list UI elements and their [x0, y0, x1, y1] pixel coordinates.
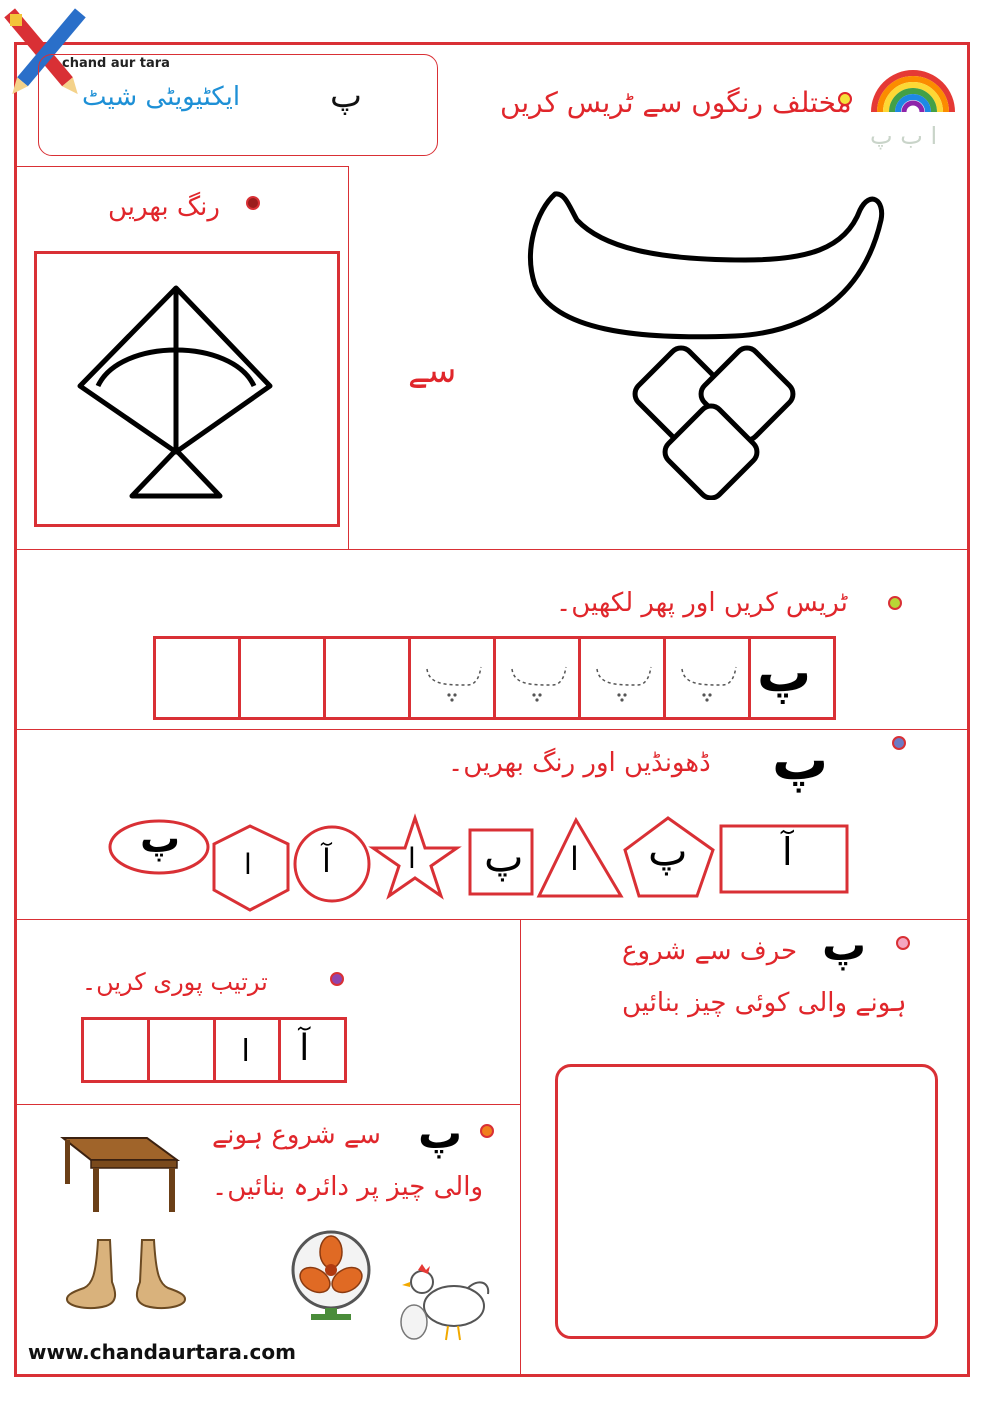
draw-line-2: ہونے والی کوئی چیز بنائیں — [622, 988, 907, 1018]
sequence-letter-2: ا — [241, 1034, 250, 1069]
trace-box-4[interactable] — [666, 639, 751, 717]
sheet-title: ایکٹیویٹی شیٹ — [82, 82, 241, 112]
model-letter: پ — [757, 641, 812, 704]
shape-letter-6: آ — [322, 842, 331, 880]
feet-icon[interactable] — [62, 1236, 192, 1316]
find-shapes — [108, 813, 849, 912]
find-instruction: ڈھونڈیں اور رنگ بھریں۔ — [448, 748, 711, 778]
bullet-lime — [888, 596, 902, 610]
shape-letter-3: ا — [570, 840, 579, 878]
write-box-3[interactable] — [326, 639, 411, 717]
footer-url[interactable]: www.chandaurtara.com — [28, 1340, 296, 1364]
circle-line-2: والی چیز پر دائرہ بنائیں۔ — [212, 1172, 484, 1202]
divider-kite-right — [348, 166, 349, 549]
divider-4 — [16, 1104, 520, 1105]
shape-letter-5: ا — [408, 842, 416, 875]
draw-line-1: حرف سے شروع — [622, 936, 798, 966]
drawing-area[interactable] — [555, 1064, 938, 1339]
header-letter: پ — [330, 76, 363, 116]
trace-write-instruction: ٹریس کریں اور پھر لکھیں۔ — [556, 588, 848, 618]
divider-1 — [16, 549, 968, 550]
model-letter-box: پ — [751, 639, 833, 717]
shape-triangle[interactable] — [536, 816, 624, 898]
color-instruction: رنگ بھریں — [108, 192, 220, 222]
find-letter: پ — [772, 728, 829, 793]
sequence-row: ا آ — [81, 1017, 347, 1083]
bullet-maroon — [246, 196, 260, 210]
shape-letter-1: آ — [782, 830, 793, 874]
shape-letter-4: پ — [484, 832, 524, 881]
bullet-blue — [892, 736, 906, 750]
divider-bottom-mid — [520, 919, 521, 1377]
fan-icon[interactable] — [285, 1228, 380, 1323]
trace-write-row: پ — [153, 636, 836, 720]
rainbow-icon — [871, 70, 955, 113]
shape-letter-8: پ — [140, 816, 181, 862]
se-word: سے — [408, 351, 457, 391]
table-icon[interactable] — [55, 1130, 185, 1220]
bullet-orange — [480, 1124, 494, 1138]
bullet-purple — [330, 972, 344, 986]
big-letter-outline — [528, 191, 885, 500]
shape-letter-2: پ — [648, 826, 688, 875]
trace-box-2[interactable] — [496, 639, 581, 717]
trace-box-1[interactable] — [411, 639, 496, 717]
sequence-box-2: ا — [216, 1020, 282, 1080]
trace-box-3[interactable] — [581, 639, 666, 717]
trace-instruction: مختلف رنگوں سے ٹریس کریں — [500, 86, 852, 119]
bullet-pink — [896, 936, 910, 950]
write-box-2[interactable] — [241, 639, 326, 717]
sequence-instruction: ترتیب پوری کریں۔ — [82, 968, 268, 996]
brand-name: chand aur tara — [62, 56, 170, 71]
kite-icon — [77, 285, 273, 499]
sequence-box-4[interactable] — [84, 1020, 150, 1080]
bullet-yellow — [838, 92, 852, 106]
shape-circle[interactable] — [293, 825, 371, 903]
circle-letter: پ — [418, 1108, 463, 1159]
draw-letter: پ — [822, 920, 867, 971]
sequence-box-1: آ — [281, 1020, 344, 1080]
sequence-box-3[interactable] — [150, 1020, 216, 1080]
write-box-1[interactable] — [156, 639, 241, 717]
circle-line-1: سے شروع ہونے — [212, 1120, 381, 1150]
alphabet-hint: ا ب پ — [870, 122, 938, 150]
hen-icon[interactable] — [398, 1260, 494, 1346]
divider-kite-top — [16, 166, 349, 167]
shape-letter-7: ا — [244, 848, 252, 881]
sequence-letter-1: آ — [299, 1028, 310, 1069]
